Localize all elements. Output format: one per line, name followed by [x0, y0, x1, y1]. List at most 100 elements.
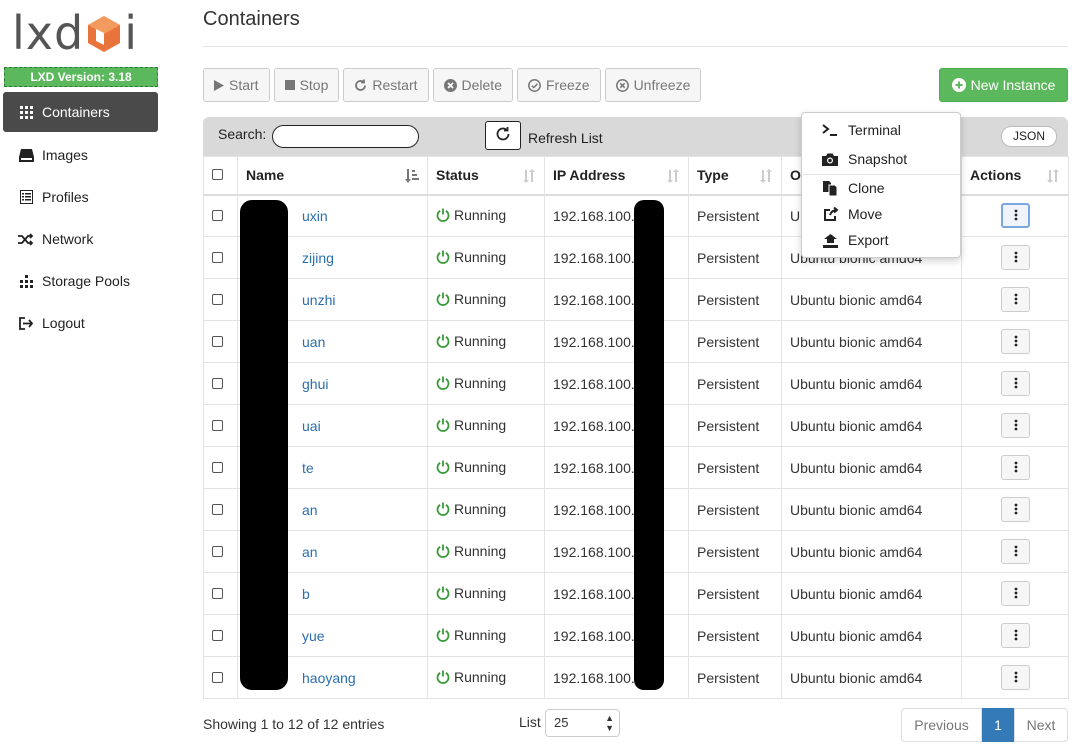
- page-size-label: List: [519, 714, 541, 730]
- status-cell: Running: [427, 614, 545, 657]
- refresh-button[interactable]: [485, 121, 521, 150]
- os-cell: Ubuntu bionic amd64: [781, 446, 962, 489]
- vertical-ellipsis-icon: [1014, 670, 1018, 686]
- sidebar-item-storage-pools[interactable]: Storage Pools: [3, 260, 158, 302]
- os-cell: Ubuntu bionic amd64: [781, 362, 962, 405]
- menu-item-move[interactable]: Move: [802, 201, 960, 227]
- json-button[interactable]: JSON: [1001, 126, 1057, 147]
- status-cell: Running: [427, 236, 545, 279]
- row-checkbox[interactable]: [212, 629, 223, 641]
- export-icon: [821, 233, 839, 248]
- actions-cell: [961, 614, 1069, 657]
- row-actions-button[interactable]: [1001, 413, 1030, 438]
- sort-asc-icon: [405, 169, 419, 186]
- freeze-button[interactable]: Freeze: [516, 68, 601, 102]
- row-actions-button[interactable]: [1001, 497, 1030, 522]
- type-cell: Persistent: [688, 530, 782, 573]
- ip-cell: 192.168.100.: [544, 614, 689, 657]
- actions-cell: [961, 320, 1069, 363]
- menu-item-snapshot[interactable]: Snapshot: [802, 146, 960, 172]
- ip-cell: 192.168.100.: [544, 530, 689, 573]
- menu-item-export[interactable]: Export: [802, 227, 960, 253]
- sort-icon: [759, 169, 773, 186]
- row-checkbox[interactable]: [212, 377, 223, 389]
- status-cell: Running: [427, 572, 545, 615]
- row-actions-button[interactable]: [1001, 455, 1030, 480]
- type-cell: Persistent: [688, 404, 782, 447]
- actions-dropdown-menu: Terminal Snapshot Clone Move Export: [801, 112, 961, 258]
- menu-item-terminal[interactable]: Terminal: [802, 117, 960, 143]
- actions-column-header[interactable]: Actions: [961, 156, 1069, 196]
- row-actions-button[interactable]: [1001, 581, 1030, 606]
- sidebar-item-logout[interactable]: Logout: [3, 302, 158, 344]
- menu-item-clone[interactable]: Clone: [802, 175, 960, 201]
- row-checkbox[interactable]: [212, 503, 223, 515]
- row-actions-button[interactable]: [1001, 539, 1030, 564]
- storage-icon: [17, 273, 35, 289]
- status-cell: Running: [427, 320, 545, 363]
- stop-button[interactable]: Stop: [273, 68, 340, 102]
- ip-cell: 192.168.100.: [544, 572, 689, 615]
- next-page-button[interactable]: Next: [1014, 708, 1068, 742]
- title-divider: [203, 46, 1068, 47]
- search-input[interactable]: [272, 125, 419, 148]
- actions-cell: [961, 362, 1069, 405]
- row-actions-button[interactable]: [1001, 287, 1030, 312]
- row-actions-button[interactable]: [1001, 371, 1030, 396]
- os-cell: Ubuntu bionic amd64: [781, 488, 962, 531]
- pagination: Previous 1 Next: [901, 708, 1068, 742]
- actions-cell: [961, 572, 1069, 615]
- row-actions-button[interactable]: [1001, 245, 1030, 270]
- copy-icon: [821, 180, 839, 196]
- delete-button[interactable]: Delete: [432, 68, 513, 102]
- actions-cell: [961, 236, 1069, 279]
- row-select-cell: [203, 236, 238, 279]
- sidebar-nav: Containers Images Profiles Network Stora…: [3, 92, 158, 344]
- ip-cell: 192.168.100.: [544, 656, 689, 699]
- ip-cell: 192.168.100.: [544, 194, 689, 237]
- type-cell: Persistent: [688, 236, 782, 279]
- row-checkbox[interactable]: [212, 545, 223, 557]
- status-column-header[interactable]: Status: [427, 156, 545, 196]
- vertical-ellipsis-icon: [1014, 586, 1018, 602]
- vertical-ellipsis-icon: [1014, 250, 1018, 266]
- power-icon: [436, 460, 450, 474]
- row-checkbox[interactable]: [212, 251, 223, 263]
- type-column-header[interactable]: Type: [688, 156, 782, 196]
- new-instance-button[interactable]: New Instance: [939, 68, 1068, 102]
- sort-icon: [1046, 169, 1060, 186]
- row-checkbox[interactable]: [212, 209, 223, 221]
- sidebar-item-network[interactable]: Network: [3, 218, 158, 260]
- row-actions-button[interactable]: [1001, 203, 1030, 229]
- status-cell: Running: [427, 278, 545, 321]
- row-checkbox[interactable]: [212, 461, 223, 473]
- row-actions-button[interactable]: [1001, 623, 1030, 648]
- name-column-header[interactable]: Name: [237, 156, 428, 196]
- previous-page-button[interactable]: Previous: [901, 708, 982, 742]
- restart-button[interactable]: Restart: [343, 68, 429, 102]
- vertical-ellipsis-icon: [1014, 418, 1018, 434]
- start-button[interactable]: Start: [203, 68, 270, 102]
- sidebar-item-profiles[interactable]: Profiles: [3, 176, 158, 218]
- sidebar-item-containers[interactable]: Containers: [3, 92, 158, 132]
- sidebar-item-images[interactable]: Images: [3, 134, 158, 176]
- page-size-select[interactable]: 25 ▲ ▼: [545, 709, 620, 737]
- unfreeze-button[interactable]: Unfreeze: [604, 68, 702, 102]
- row-checkbox[interactable]: [212, 419, 223, 431]
- row-checkbox[interactable]: [212, 671, 223, 683]
- row-checkbox[interactable]: [212, 587, 223, 599]
- row-checkbox[interactable]: [212, 293, 223, 305]
- row-checkbox[interactable]: [212, 335, 223, 347]
- ip-column-header[interactable]: IP Address: [544, 156, 689, 196]
- status-cell: Running: [427, 194, 545, 237]
- page-1-button[interactable]: 1: [982, 708, 1014, 742]
- x-circle-icon: [615, 78, 629, 92]
- row-select-cell: [203, 614, 238, 657]
- row-actions-button[interactable]: [1001, 665, 1030, 690]
- actions-cell: [961, 530, 1069, 573]
- select-all-header[interactable]: [203, 156, 238, 196]
- row-actions-button[interactable]: [1001, 329, 1030, 354]
- os-cell: Ubuntu bionic amd64: [781, 572, 962, 615]
- lxdui-logo[interactable]: lxd i: [12, 6, 157, 62]
- select-all-checkbox[interactable]: [212, 169, 223, 181]
